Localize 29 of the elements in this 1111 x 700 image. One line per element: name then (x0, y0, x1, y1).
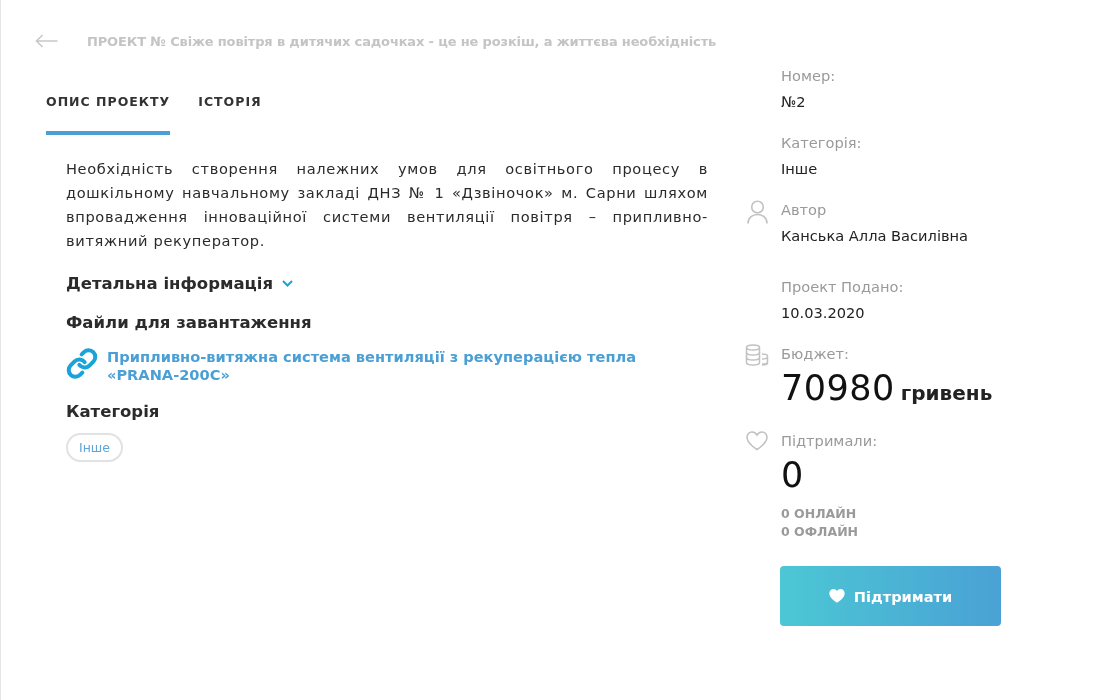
info-label: Номер: (781, 66, 836, 86)
tab[interactable]: ІСТОРІЯ (198, 94, 262, 135)
info-label: Підтримали: (781, 431, 878, 451)
back-button[interactable] (35, 34, 58, 48)
budget-amount: 70980 (781, 367, 895, 410)
category-heading: Категорія (66, 402, 160, 421)
heart-icon (746, 431, 768, 451)
info-value: Інше (781, 159, 818, 179)
back-arrow-icon (35, 34, 58, 48)
supporters-count: 0 (781, 454, 804, 497)
link-icon (66, 347, 98, 380)
info-value: Канська Алла Василівна (781, 226, 969, 246)
supporters-breakdown: 0 ОНЛАЙН (781, 505, 857, 523)
info-label: Проект Подано: (781, 277, 904, 297)
info-value: 10.03.2020 (781, 303, 865, 323)
info-label: Категорія: (781, 133, 862, 153)
currency-label: гривень (900, 380, 993, 407)
project-description: Необхідність створення належних умов для освітнього процесу в дошкільному навчальному закладі ДНЗ № 1 «Дзвіночок» м. Сарни шляхом впровадження інноваційної системи вентиляції повітря – припливно-витяжний рекуператор. (66, 159, 708, 251)
supporters-breakdown: 0 ОФЛАЙН (781, 523, 859, 541)
coins-icon (745, 344, 769, 368)
project-title: ПРОЕКТ № Свіже повітря в дитячих садочках - це не розкіш, а життєва необхідність (87, 33, 717, 49)
info-label: Бюджет: (781, 344, 849, 364)
person-icon (746, 200, 768, 224)
heart-icon (828, 589, 845, 603)
tab[interactable]: ОПИС ПРОЕКТУ (46, 94, 171, 135)
info-value: №2 (781, 92, 806, 112)
details-toggle[interactable]: Детальна інформація (66, 274, 294, 293)
info-label: Автор (781, 200, 827, 220)
files-heading: Файли для завантаження (66, 313, 312, 332)
